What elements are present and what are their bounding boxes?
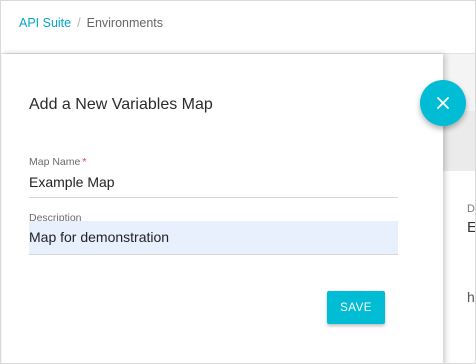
- background-card: [443, 171, 475, 363]
- add-variables-map-drawer: Add a New Variables Map Map Name * Exampl…: [2, 54, 443, 363]
- background-field-label: D: [467, 203, 475, 215]
- dialog-title: Add a New Variables Map: [29, 96, 213, 113]
- map-name-label: Map Name *: [29, 156, 86, 168]
- close-dialog-button[interactable]: [420, 80, 466, 126]
- background-field-value: E: [467, 219, 475, 236]
- map-name-input[interactable]: Example Map: [29, 174, 115, 190]
- map-name-label-text: Map Name: [29, 156, 81, 168]
- breadcrumb-current: Environments: [86, 16, 164, 30]
- save-button[interactable]: SAVE: [327, 291, 385, 324]
- breadcrumb-separator: /: [77, 16, 81, 30]
- close-icon: [437, 97, 449, 109]
- breadcrumb-root-link[interactable]: API Suite: [19, 16, 71, 30]
- top-bar: API Suite / Environments: [1, 1, 475, 54]
- description-underline: [29, 254, 398, 255]
- description-input[interactable]: Map for demonstration: [29, 229, 169, 245]
- breadcrumb: API Suite / Environments: [19, 16, 163, 30]
- app-frame: API Suite / Environments D E h Add a New…: [0, 0, 476, 364]
- required-asterisk: *: [82, 156, 87, 168]
- background-text: h: [467, 289, 475, 305]
- map-name-underline: [29, 197, 398, 198]
